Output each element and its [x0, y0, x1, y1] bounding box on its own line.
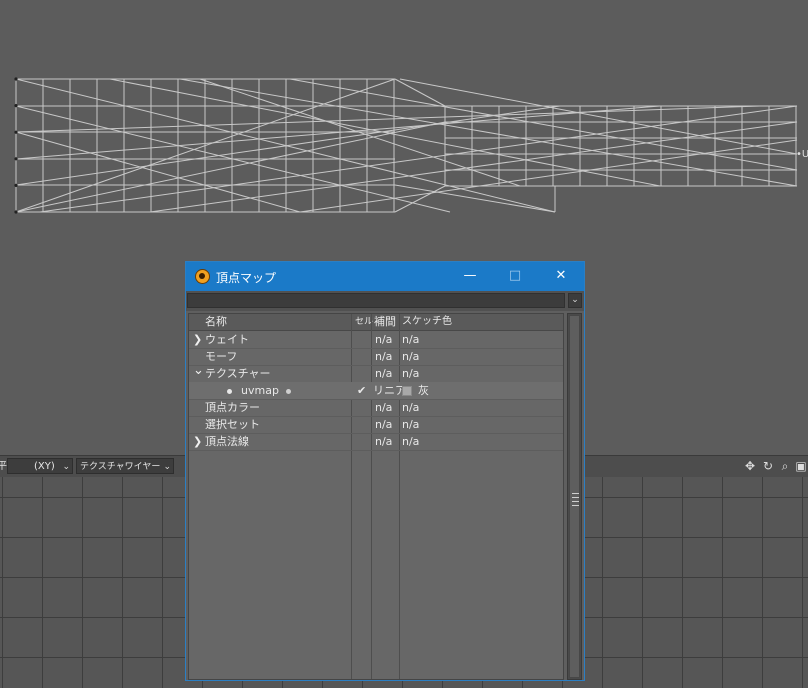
table-row[interactable]: 選択セット n/a n/a: [189, 416, 563, 434]
app-logo-icon: [195, 269, 210, 284]
row-sketch: n/a: [402, 350, 420, 363]
row-name: テクスチャー: [205, 367, 271, 380]
collapse-arrow-icon[interactable]: ⌄: [193, 362, 204, 379]
scrollbar-thumb[interactable]: [569, 315, 580, 678]
projection-value: (XY): [34, 461, 55, 472]
row-sketch-label: 灰: [418, 384, 429, 397]
table-header: 名称 セル 補間 スケッチ色: [189, 314, 563, 331]
render-mode-value: テクスチャワイヤー: [80, 462, 161, 472]
close-button[interactable]: ✕: [548, 266, 574, 286]
row-interp: n/a: [375, 350, 393, 363]
grip-line: [572, 501, 579, 502]
vertex-map-table[interactable]: 名称 セル 補間 スケッチ色 ❯ ウェイト n/a n/a モーフ n/a n/…: [188, 313, 564, 680]
table-row[interactable]: ❯ ウェイト n/a n/a: [189, 331, 563, 349]
column-header-interp[interactable]: 補間: [374, 314, 396, 330]
row-sketch: n/a: [402, 418, 420, 431]
checkmark-icon[interactable]: ✔: [357, 382, 366, 399]
bullet-dot-icon: [227, 382, 232, 399]
vertex-map-dialog: 頂点マップ — □ ✕ ⌄ 名称 セル 補間 スケッチ色 ❯ ウェイト n/a …: [185, 261, 585, 681]
row-sketch: n/a: [402, 333, 420, 346]
row-name: 頂点カラー: [205, 401, 260, 414]
table-row[interactable]: モーフ n/a n/a: [189, 348, 563, 366]
row-name: 頂点法線: [205, 435, 249, 448]
active-dot-icon: [286, 382, 291, 399]
render-mode-dropdown[interactable]: テクスチャワイヤー ⌄: [76, 458, 174, 474]
column-header-sketch-color[interactable]: スケッチ色: [402, 314, 452, 330]
maximize-button[interactable]: □: [502, 266, 528, 286]
dialog-titlebar[interactable]: 頂点マップ — □ ✕: [186, 262, 584, 291]
row-name: 選択セット: [205, 418, 260, 431]
dialog-title: 頂点マップ: [216, 271, 277, 285]
table-row-selected[interactable]: uvmap ✔ リニア 灰: [189, 382, 563, 400]
grip-line: [572, 497, 579, 498]
chevron-down-icon: ⌄: [163, 462, 171, 472]
table-row[interactable]: 頂点カラー n/a n/a: [189, 399, 563, 417]
row-sketch: n/a: [402, 367, 420, 380]
expand-arrow-icon[interactable]: ❯: [193, 331, 202, 348]
minimize-button[interactable]: —: [457, 266, 483, 286]
row-name: モーフ: [205, 350, 238, 363]
axis-marker-label: •U: [796, 149, 808, 160]
row-sketch: 灰: [402, 382, 429, 399]
chevron-down-icon: ⌄: [62, 462, 70, 472]
row-sketch: n/a: [402, 435, 420, 448]
row-interp: n/a: [375, 418, 393, 431]
rotate-view-icon[interactable]: ↻: [760, 458, 776, 474]
row-sketch: n/a: [402, 401, 420, 414]
table-row[interactable]: ⌄ テクスチャー n/a n/a: [189, 362, 563, 383]
filter-input[interactable]: [187, 293, 565, 308]
maximize-view-icon[interactable]: ▣: [793, 458, 808, 474]
projection-dropdown[interactable]: (XY) ⌄: [7, 458, 73, 474]
move-view-icon[interactable]: ✥: [742, 458, 758, 474]
grip-line: [572, 505, 579, 506]
row-interp: n/a: [375, 367, 393, 380]
table-row[interactable]: ❯ 頂点法線 n/a n/a: [189, 433, 563, 451]
row-interp: n/a: [375, 401, 393, 414]
row-interp: n/a: [375, 435, 393, 448]
grip-line: [572, 493, 579, 494]
row-interp: n/a: [375, 333, 393, 346]
filter-dropdown-button[interactable]: ⌄: [568, 293, 582, 308]
row-name: ウェイト: [205, 333, 249, 346]
filter-bar: ⌄: [186, 291, 584, 311]
chevron-down-icon: ⌄: [571, 295, 579, 305]
gray-swatch-icon: [402, 386, 412, 396]
row-name: uvmap: [241, 384, 279, 397]
vertical-scrollbar[interactable]: [567, 313, 582, 680]
zoom-view-icon[interactable]: ⌕: [777, 458, 793, 474]
expand-arrow-icon[interactable]: ❯: [193, 433, 202, 450]
column-header-name[interactable]: 名称: [205, 314, 227, 330]
